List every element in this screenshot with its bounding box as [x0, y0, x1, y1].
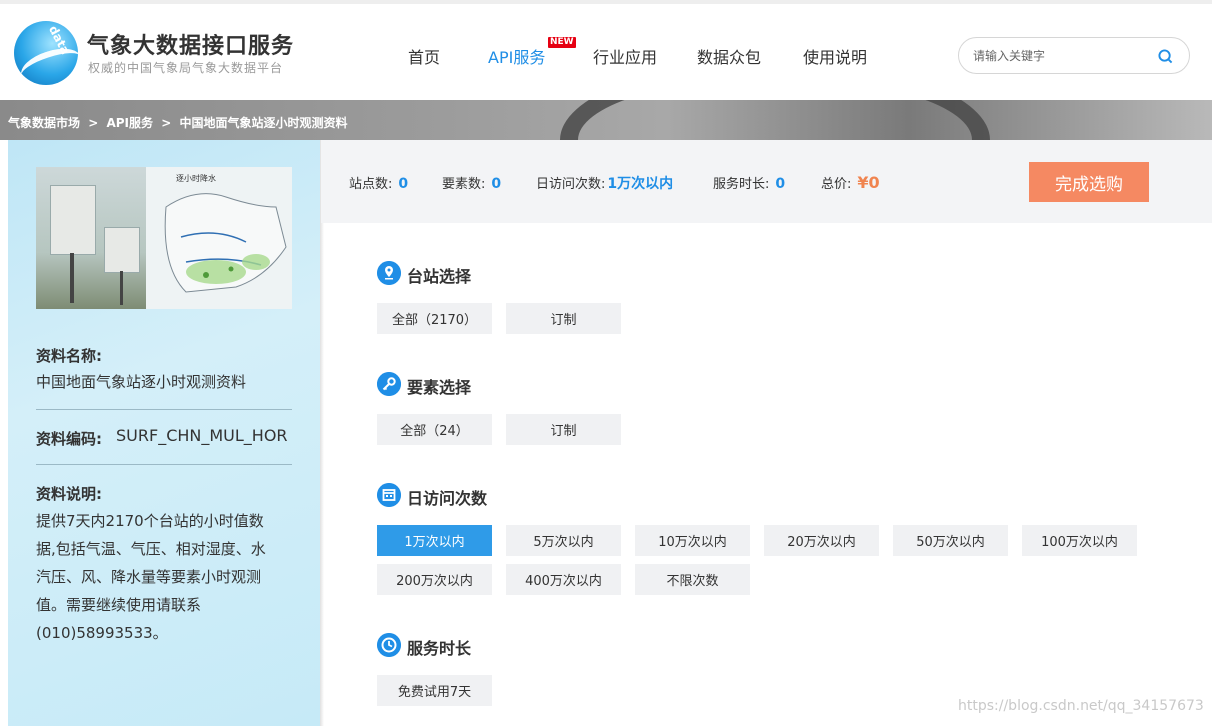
search-icon[interactable]: [1158, 49, 1173, 64]
stations-count: 站点数: 0: [349, 173, 408, 192]
nav-industry[interactable]: 行业应用: [593, 44, 657, 68]
key-icon: [377, 372, 401, 396]
element-option-all[interactable]: 全部（24）: [377, 414, 492, 445]
site-header: data 气象大数据接口服务 权威的中国气象局气象大数据平台 首页 API服务 …: [0, 4, 1212, 100]
stations-count-label: 站点数:: [349, 177, 393, 192]
duration-option-free-trial[interactable]: 免费试用7天: [377, 675, 492, 706]
daily-option-200k[interactable]: 20万次以内: [764, 525, 879, 556]
daily-option-unlimited[interactable]: 不限次数: [635, 564, 750, 595]
logo-icon[interactable]: data: [14, 21, 78, 85]
nav-home[interactable]: 首页: [408, 44, 440, 68]
site-subtitle: 权威的中国气象局气象大数据平台: [88, 61, 284, 75]
dataset-desc-line: 据,包括气温、气压、相对湿度、水: [36, 540, 266, 558]
dataset-code-label: 资料编码:: [36, 430, 102, 448]
service-duration-value: 0: [775, 176, 786, 192]
service-duration: 服务时长: 0: [713, 173, 785, 192]
banner-decoration: [560, 100, 990, 140]
breadcrumb-current: 中国地面气象站逐小时观测资料: [179, 116, 348, 130]
search-box: [958, 37, 1190, 74]
map-outline: [164, 193, 287, 293]
nav-api-service[interactable]: API服务: [488, 44, 545, 68]
station-box: [104, 227, 140, 273]
search-input[interactable]: [973, 46, 1143, 66]
station-box: [50, 185, 96, 255]
dataset-desc-line: (010)58993533。: [36, 624, 168, 642]
dataset-desc-line: 提供7天内2170个台站的小时值数: [36, 512, 264, 530]
thumbnail-caption: 逐小时降水: [176, 174, 216, 183]
stations-count-value: 0: [398, 176, 409, 192]
complete-purchase-button[interactable]: 完成选购: [1029, 162, 1149, 202]
dataset-desc-line: 汽压、风、降水量等要素小时观测: [36, 568, 262, 586]
elements-count-value: 0: [491, 176, 502, 192]
element-option-custom[interactable]: 订制: [506, 414, 621, 445]
nav-usage-guide[interactable]: 使用说明: [803, 44, 867, 68]
station-option-all[interactable]: 全部（2170）: [377, 303, 492, 334]
daily-visits: 日访问次数: 1万次以内: [536, 173, 673, 193]
dataset-desc-line: 值。需要继续使用请联系: [36, 596, 202, 614]
station-option-custom[interactable]: 订制: [506, 303, 621, 334]
dataset-name-value: 中国地面气象站逐小时观测资料: [36, 373, 247, 391]
new-badge: NEW: [548, 37, 576, 48]
dataset-thumbnail: 逐小时降水: [36, 167, 292, 309]
elements-section-title: 要素选择: [407, 378, 472, 397]
station-pole: [70, 253, 74, 303]
breadcrumb-separator: >: [161, 116, 172, 130]
divider: [36, 409, 292, 410]
daily-visits-label: 日访问次数:: [536, 177, 606, 192]
duration-section-title: 服务时长: [407, 639, 472, 658]
breadcrumb: 气象数据市场 > API服务 > 中国地面气象站逐小时观测资料: [8, 114, 351, 131]
calendar-icon: [377, 483, 401, 507]
elements-count: 要素数: 0: [442, 173, 501, 192]
location-pin-icon: [377, 261, 401, 285]
dataset-name-label: 资料名称:: [36, 347, 102, 365]
elements-count-label: 要素数:: [442, 177, 486, 192]
total-price: 总价: ¥0: [821, 173, 880, 192]
banner: 气象数据市场 > API服务 > 中国地面气象站逐小时观测资料: [0, 100, 1212, 140]
daily-option-50k[interactable]: 5万次以内: [506, 525, 621, 556]
station-pole: [120, 271, 123, 305]
total-price-value: ¥0: [857, 173, 880, 192]
daily-visits-section-title: 日访问次数: [407, 489, 488, 508]
precipitation-map: [146, 167, 292, 309]
clock-icon: [377, 633, 401, 657]
breadcrumb-market[interactable]: 气象数据市场: [8, 116, 80, 130]
service-duration-label: 服务时长:: [713, 177, 770, 192]
daily-option-2m[interactable]: 200万次以内: [377, 564, 492, 595]
daily-option-1m[interactable]: 100万次以内: [1022, 525, 1137, 556]
breadcrumb-api[interactable]: API服务: [106, 116, 153, 130]
daily-option-4m[interactable]: 400万次以内: [506, 564, 621, 595]
dataset-desc-label: 资料说明:: [36, 485, 102, 503]
dataset-code-value: SURF_CHN_MUL_HOR: [116, 426, 288, 445]
site-title[interactable]: 气象大数据接口服务: [87, 28, 294, 60]
total-price-label: 总价:: [821, 177, 852, 192]
panel-shadow: [320, 140, 324, 726]
nav-crowdsource[interactable]: 数据众包: [697, 44, 761, 68]
divider: [36, 464, 292, 465]
daily-visits-value: 1万次以内: [607, 176, 674, 192]
watermark: https://blog.csdn.net/qq_34157673: [958, 698, 1204, 714]
breadcrumb-separator: >: [88, 116, 99, 130]
daily-option-100k[interactable]: 10万次以内: [635, 525, 750, 556]
daily-option-10k[interactable]: 1万次以内: [377, 525, 492, 556]
daily-option-500k[interactable]: 50万次以内: [893, 525, 1008, 556]
station-section-title: 台站选择: [407, 267, 472, 286]
